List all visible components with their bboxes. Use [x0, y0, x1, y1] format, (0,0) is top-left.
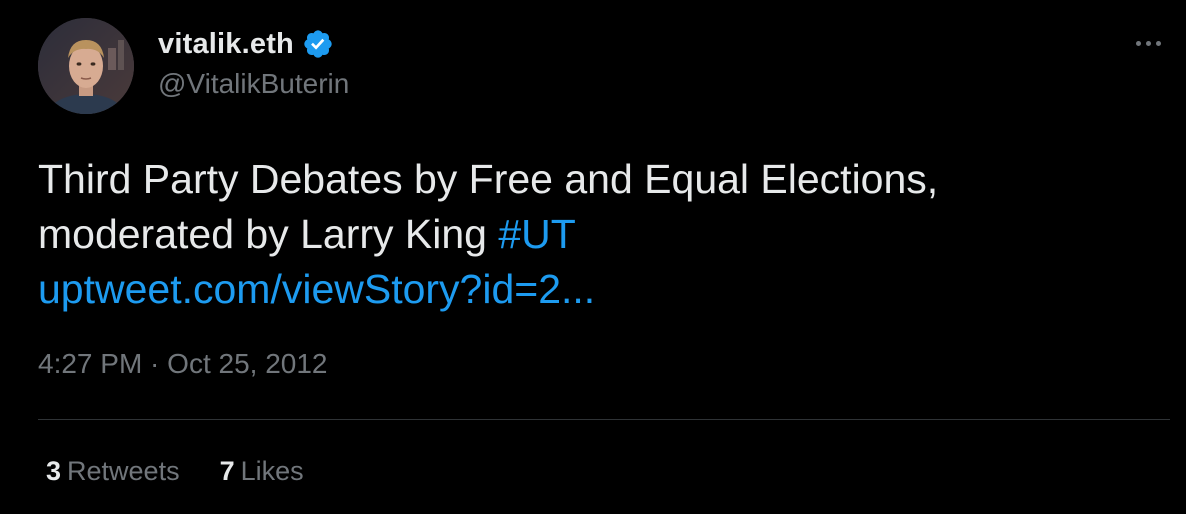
divider	[38, 419, 1170, 420]
likes-label: Likes	[240, 456, 304, 486]
user-info: vitalik.eth @VitalikButerin	[158, 24, 349, 100]
tweet-text-segment: moderated by Larry King	[38, 211, 487, 257]
tweet-text-line-1: Third Party Debates by Free and Equal El…	[38, 156, 939, 202]
display-name[interactable]: vitalik.eth	[158, 28, 294, 61]
more-dot	[1155, 40, 1161, 46]
retweets-label: Retweets	[67, 456, 180, 486]
tweet-text-line-2: moderated by Larry King #UT	[38, 207, 1158, 262]
tweet-timestamp[interactable]: 4:27 PM · Oct 25, 2012	[38, 348, 328, 380]
verified-badge-icon[interactable]	[302, 28, 334, 60]
tweet-stats: 3 Retweets 7 Likes	[46, 456, 304, 487]
likes-stat[interactable]: 7 Likes	[220, 456, 304, 487]
retweets-count: 3	[46, 456, 62, 486]
avatar-image	[38, 18, 134, 114]
retweets-stat[interactable]: 3 Retweets	[46, 456, 180, 487]
more-options-icon[interactable]	[1130, 28, 1166, 58]
more-dot	[1145, 40, 1151, 46]
user-handle[interactable]: @VitalikButerin	[158, 68, 349, 100]
name-row: vitalik.eth	[158, 24, 349, 64]
likes-count: 7	[219, 456, 235, 486]
tweet-card: vitalik.eth @VitalikButerin Third Party …	[0, 0, 1186, 514]
avatar[interactable]	[38, 18, 134, 114]
hashtag-link[interactable]: #UT	[498, 211, 575, 257]
tweet-text: Third Party Debates by Free and Equal El…	[38, 152, 1158, 317]
more-dot	[1135, 40, 1141, 46]
tweet-url-link[interactable]: uptweet.com/viewStory?id=2...	[38, 262, 1158, 317]
